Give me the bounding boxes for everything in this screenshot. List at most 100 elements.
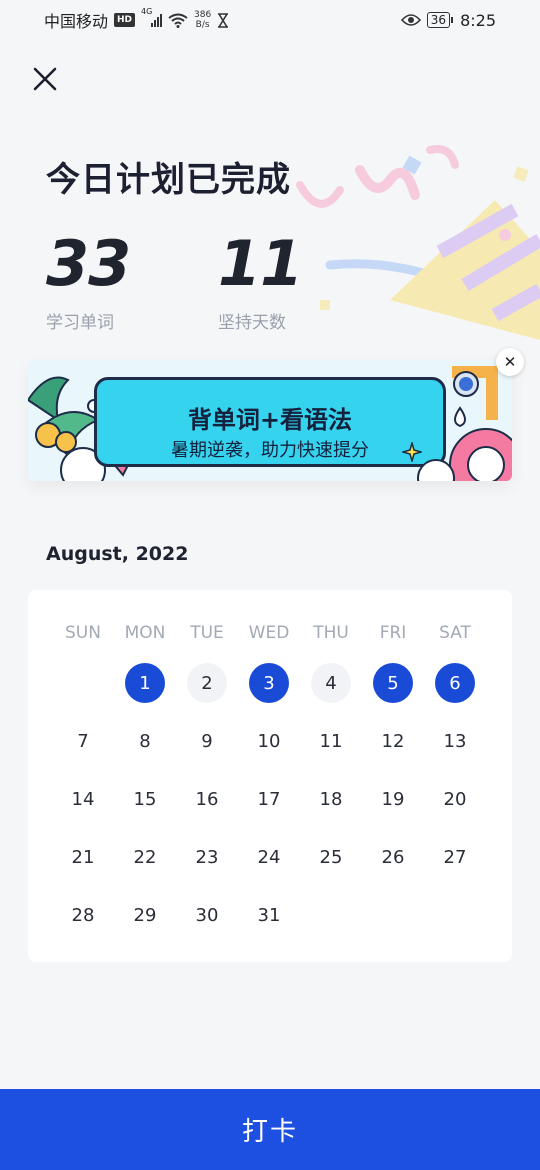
calendar-day-number: 7	[77, 730, 89, 752]
weekday-label: SUN	[65, 623, 101, 643]
calendar-day-number: 22	[133, 846, 157, 868]
calendar-day[interactable]: 20	[424, 770, 486, 828]
calendar-day[interactable]: 29	[114, 886, 176, 944]
calendar-day-number: 4	[311, 663, 351, 703]
stat-words-value: 33	[46, 227, 131, 300]
calendar-day-number: 30	[195, 904, 219, 926]
net-speed: 386 B/s	[194, 10, 211, 30]
calendar-day-number: 28	[71, 904, 95, 926]
weekday-label: SAT	[439, 623, 471, 643]
calendar-day[interactable]: 18	[300, 770, 362, 828]
calendar-day-number: 3	[249, 663, 289, 703]
carrier-label: 中国移动	[44, 12, 109, 31]
calendar-day[interactable]: 26	[362, 828, 424, 886]
calendar-day[interactable]: 6	[424, 654, 486, 712]
calendar-day-number: 11	[319, 730, 343, 752]
stat-words-label: 学习单词	[46, 313, 114, 333]
calendar-day-number: 10	[257, 730, 281, 752]
calendar: SUN MON TUE WED THU FRI SAT 1 2 3 4 5 6 7 8 9 10 11 12 13 14…	[28, 590, 512, 962]
calendar-day[interactable]: 25	[300, 828, 362, 886]
eye-icon	[400, 14, 421, 26]
calendar-grid: SUN MON TUE WED THU FRI SAT 1 2 3 4 5 6 7 8 9 10 11 12 13 14…	[52, 612, 488, 944]
close-button[interactable]	[30, 64, 60, 94]
calendar-day[interactable]: 7	[52, 712, 114, 770]
calendar-day-number: 24	[257, 846, 281, 868]
calendar-day-number: 6	[435, 663, 475, 703]
calendar-day[interactable]: 30	[176, 886, 238, 944]
stat-words: 33 学习单词	[46, 226, 131, 333]
calendar-day[interactable]: 10	[238, 712, 300, 770]
calendar-day-number: 31	[257, 904, 281, 926]
calendar-day[interactable]: 16	[176, 770, 238, 828]
calendar-day[interactable]: 8	[114, 712, 176, 770]
weekday-label: WED	[248, 623, 290, 643]
calendar-day-number: 8	[139, 730, 151, 752]
calendar-day-number: 29	[133, 904, 157, 926]
battery-indicator: 36	[426, 12, 454, 28]
weekday-label: MON	[124, 623, 166, 643]
stat-days: 11 坚持天数	[218, 226, 303, 333]
calendar-day-number: 15	[133, 788, 157, 810]
calendar-day[interactable]: 3	[238, 654, 300, 712]
banner-title: 背单词+看语法	[187, 406, 353, 434]
calendar-day-number: 1	[125, 663, 165, 703]
calendar-day[interactable]: 28	[52, 886, 114, 944]
calendar-day[interactable]: 9	[176, 712, 238, 770]
hd-badge: HD	[114, 13, 136, 27]
calendar-day-number: 13	[443, 730, 467, 752]
calendar-day[interactable]: 5	[362, 654, 424, 712]
net-speed-unit: B/s	[195, 20, 210, 30]
calendar-day-number: 23	[195, 846, 219, 868]
calendar-day[interactable]: 13	[424, 712, 486, 770]
status-bar: 中国移动 HD 4G 386 B/s 36 8:25	[0, 0, 540, 40]
calendar-day[interactable]: 11	[300, 712, 362, 770]
calendar-day-number: 14	[71, 788, 95, 810]
weekday-label: THU	[313, 623, 349, 643]
calendar-day-number: 21	[71, 846, 95, 868]
banner-close-icon: ✕	[503, 353, 517, 371]
calendar-day[interactable]: 19	[362, 770, 424, 828]
calendar-day[interactable]: 2	[176, 654, 238, 712]
calendar-day-number: 25	[319, 846, 343, 868]
calendar-day-number: 9	[201, 730, 213, 752]
calendar-day[interactable]: 15	[114, 770, 176, 828]
calendar-day[interactable]: 12	[362, 712, 424, 770]
calendar-day[interactable]: 1	[114, 654, 176, 712]
page-title: 今日计划已完成	[46, 160, 291, 200]
calendar-day[interactable]: 23	[176, 828, 238, 886]
calendar-day[interactable]: 31	[238, 886, 300, 944]
calendar-day-number: 20	[443, 788, 467, 810]
calendar-day[interactable]: 22	[114, 828, 176, 886]
clock: 8:25	[460, 10, 496, 30]
calendar-day-number: 16	[195, 788, 219, 810]
banner-subtitle: 暑期逆袭，助力快速提分	[171, 440, 369, 461]
calendar-day[interactable]: 24	[238, 828, 300, 886]
stat-days-value: 11	[218, 227, 303, 300]
checkin-button[interactable]: 打卡	[0, 1089, 540, 1170]
calendar-day-number: 26	[381, 846, 405, 868]
calendar-day-number: 18	[319, 788, 343, 810]
signal-label: 4G	[141, 7, 153, 16]
calendar-day-number: 12	[381, 730, 405, 752]
calendar-day[interactable]: 21	[52, 828, 114, 886]
calendar-day-number: 17	[257, 788, 281, 810]
net-speed-value: 386	[194, 10, 212, 20]
calendar-day[interactable]: 14	[52, 770, 114, 828]
calendar-day[interactable]: 17	[238, 770, 300, 828]
promo-banner[interactable]: 背单词+看语法 暑期逆袭，助力快速提分	[28, 360, 512, 481]
banner-close-button[interactable]: ✕	[496, 348, 524, 376]
calendar-day[interactable]: 4	[300, 654, 362, 712]
stat-days-label: 坚持天数	[218, 313, 286, 333]
calendar-day[interactable]: 27	[424, 828, 486, 886]
signal-icon: 4G	[141, 7, 163, 27]
status-left: 中国移动 HD 4G 386 B/s	[44, 7, 229, 32]
calendar-day-number: 19	[381, 788, 405, 810]
close-icon	[33, 67, 57, 91]
banner-card: 背单词+看语法 暑期逆袭，助力快速提分	[94, 377, 446, 467]
calendar-day-number: 2	[187, 663, 227, 703]
wifi-icon	[168, 13, 188, 28]
banner-illustration-right	[417, 366, 512, 481]
calendar-day-number: 27	[443, 846, 467, 868]
hourglass-icon	[218, 12, 229, 28]
status-right: 36 8:25	[400, 10, 496, 30]
